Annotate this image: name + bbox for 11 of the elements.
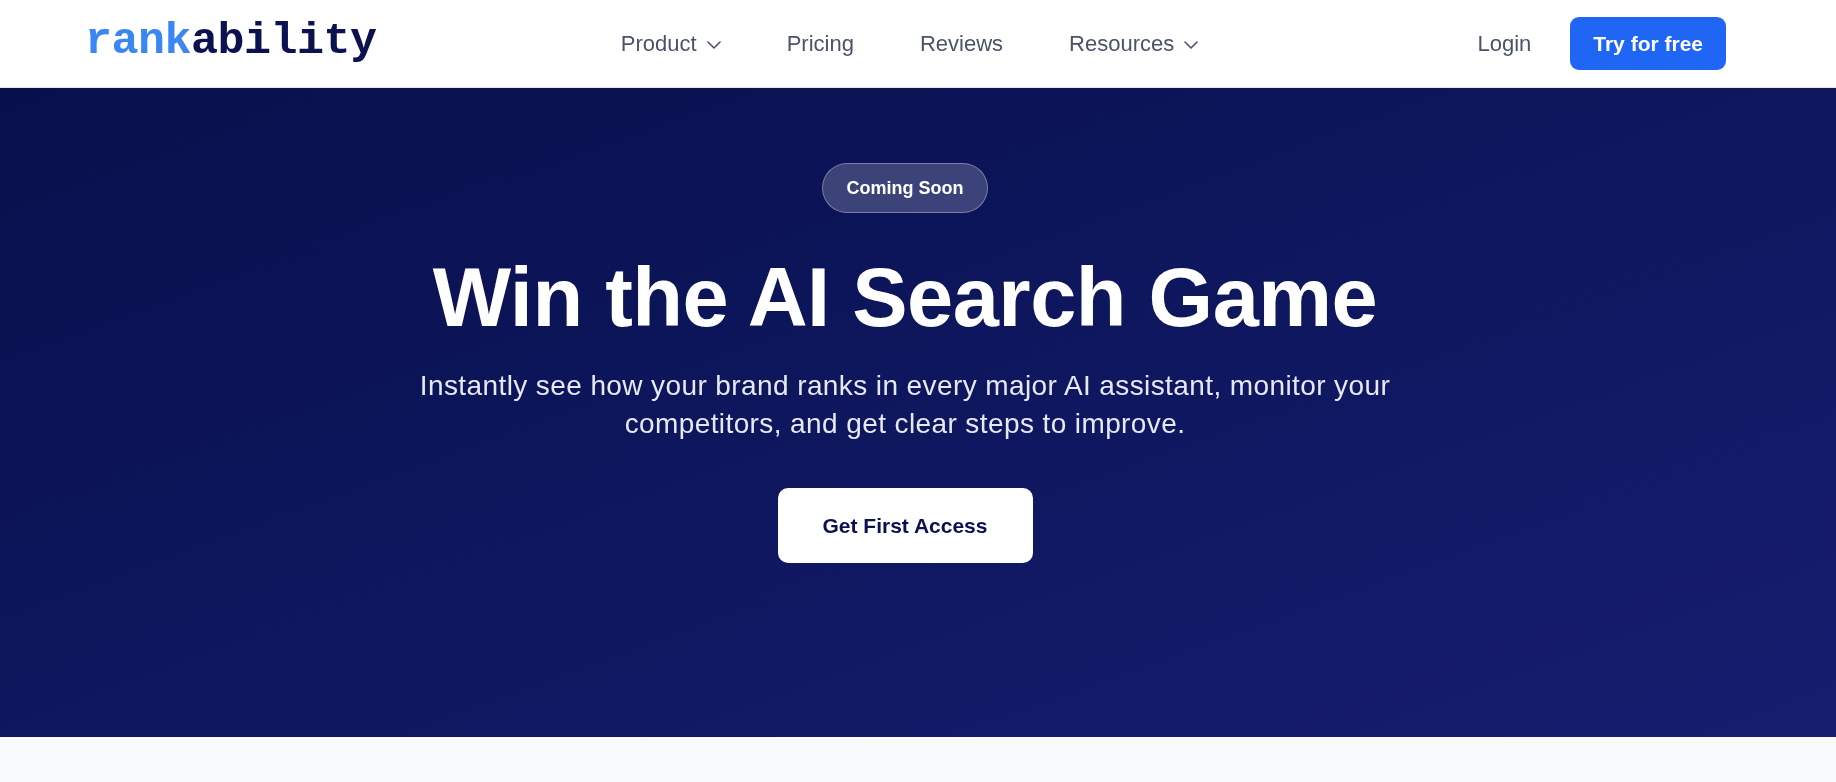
try-for-free-button[interactable]: Try for free xyxy=(1570,17,1726,70)
login-link[interactable]: Login xyxy=(1477,30,1532,57)
nav-dropdown-link[interactable]: Resources xyxy=(1069,30,1199,57)
coming-soon-badge: Coming Soon xyxy=(821,163,989,213)
logo[interactable]: rankability xyxy=(85,19,377,64)
nav-link[interactable]: Pricing xyxy=(786,30,854,57)
hero-subtitle: Instantly see how your brand ranks in every major AI assistant, monitor your competitors, and get clear steps to improve. xyxy=(418,369,1392,441)
get-first-access-button[interactable]: Get First Access xyxy=(777,488,1033,563)
nav-dropdown-link[interactable]: Product xyxy=(620,30,721,57)
hero-title: Win the AI Search Game xyxy=(432,253,1378,343)
nav-link[interactable]: Reviews xyxy=(919,30,1004,57)
